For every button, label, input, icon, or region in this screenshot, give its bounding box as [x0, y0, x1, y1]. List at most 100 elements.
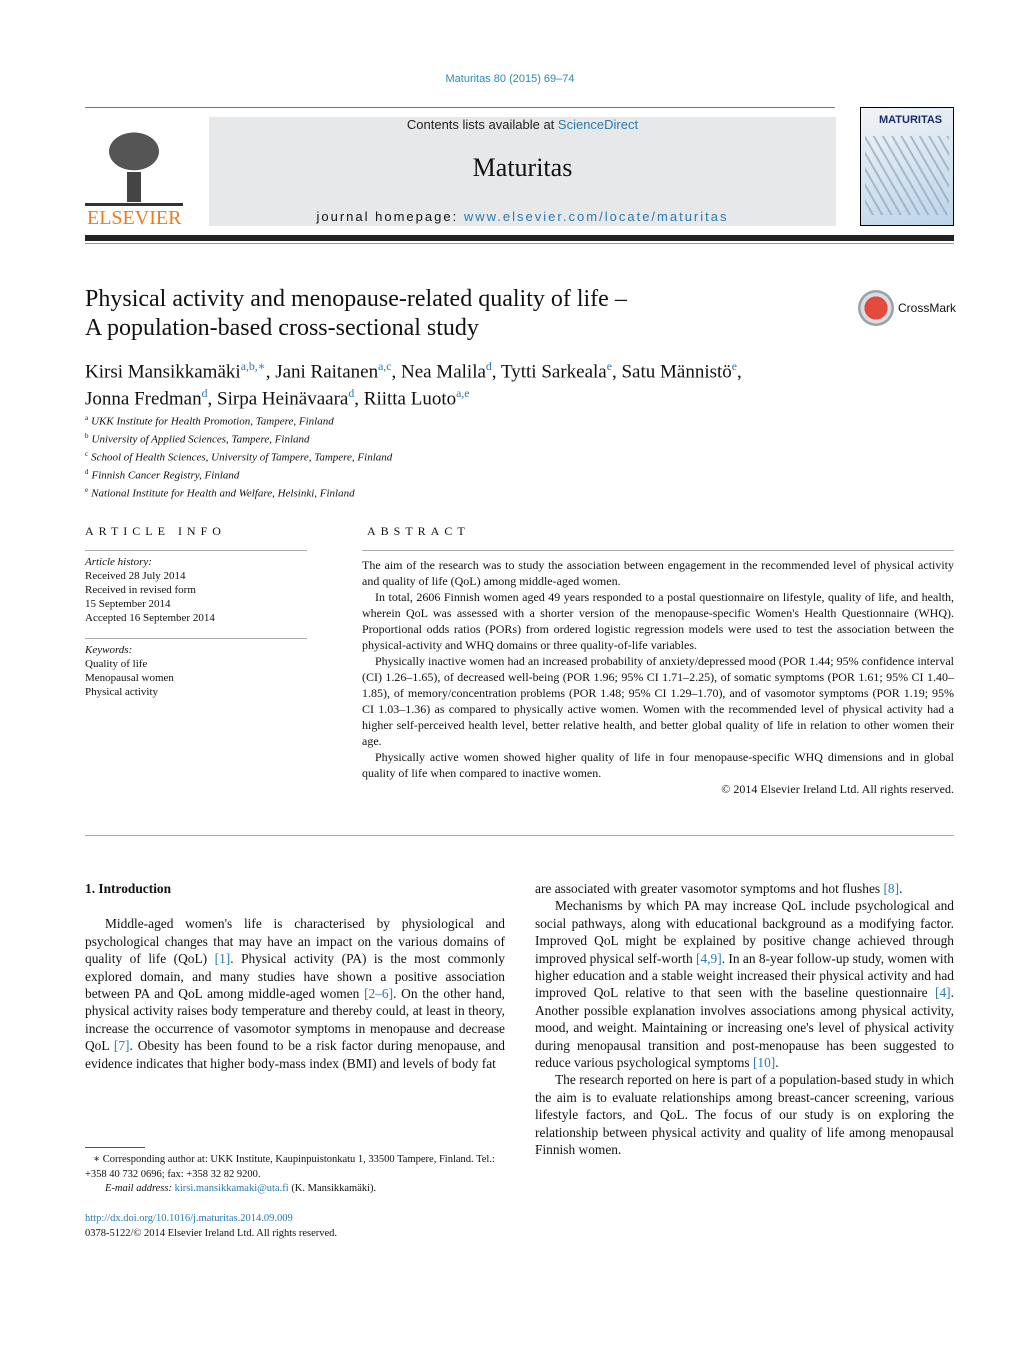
sciencedirect-link[interactable]: ScienceDirect: [558, 117, 638, 132]
email-link[interactable]: kirsi.mansikkamaki@uta.fi: [175, 1183, 289, 1194]
contents-prefix: Contents lists available at: [406, 117, 558, 132]
footnote-text: ∗ Corresponding author at: UKK Institute…: [85, 1154, 495, 1180]
title-line: A population-based cross-sectional study: [85, 315, 479, 341]
corresponding-author-footnote: ∗ Corresponding author at: UKK Institute…: [85, 1153, 505, 1197]
affiliation-text: Finnish Cancer Registry, Finland: [91, 469, 240, 482]
citation-link[interactable]: [10]: [753, 1055, 775, 1070]
doi-link[interactable]: http://dx.doi.org/10.1016/j.maturitas.20…: [85, 1212, 337, 1227]
title-line: Physical activity and menopause-related …: [85, 286, 627, 312]
abstract-paragraph: The aim of the research was to study the…: [362, 558, 954, 588]
affiliation-key: e: [85, 485, 89, 494]
author-affiliation-marks[interactable]: a,b,∗: [241, 360, 266, 373]
citation-link[interactable]: [7]: [114, 1038, 130, 1053]
abstract-paragraph: Physically active women showed higher qu…: [362, 750, 954, 780]
history-item: Received in revised form: [85, 584, 196, 596]
separator: ,: [491, 361, 501, 383]
article-title: Physical activity and menopause-related …: [85, 285, 785, 343]
crossmark-icon: [858, 290, 894, 326]
text-segment: are associated with greater vasomotor sy…: [535, 881, 884, 896]
footnote-divider: [85, 1147, 145, 1148]
cover-title: MATURITAS: [879, 114, 943, 126]
crossmark-label: CrossMark: [898, 301, 957, 315]
affiliation-text: UKK Institute for Health Promotion, Tamp…: [91, 415, 334, 428]
journal-name: Maturitas: [472, 153, 573, 182]
affiliation-item: b University of Applied Sciences, Tampere…: [85, 429, 392, 447]
affiliation-key: c: [85, 449, 89, 458]
elsevier-wordmark: ELSEVIER: [87, 207, 182, 229]
crossmark-button[interactable]: CrossMark: [858, 290, 956, 326]
history-label: Article history:: [85, 556, 152, 568]
tree-trunk: [127, 172, 141, 202]
separator: ,: [391, 361, 401, 383]
keyword: Physical activity: [85, 686, 159, 698]
journal-masthead: Contents lists available at ScienceDirec…: [209, 117, 836, 226]
history-list: Received 28 July 2014 Received in revised…: [85, 569, 307, 625]
copyright: © 2014 Elsevier Ireland Ltd. All rights …: [721, 782, 954, 796]
article-info: Article history: Received 28 July 2014 Re…: [85, 550, 307, 699]
body-paragraph: Mechanisms by which PA may increase QoL …: [535, 897, 954, 1071]
body-column-left: 1. Introduction Middle-aged women's life…: [85, 880, 505, 1072]
affiliation-key: d: [85, 467, 89, 476]
citation-link[interactable]: [2–6]: [364, 986, 393, 1001]
abstract-paragraph: In total, 2606 Finnish women aged 49 yea…: [362, 590, 954, 652]
author-name[interactable]: Kirsi Mansikkamäki: [85, 361, 241, 382]
body-paragraph: The research reported on here is part of…: [535, 1071, 954, 1158]
body-paragraph: Middle-aged women's life is characterise…: [85, 915, 505, 1072]
email-suffix: (K. Mansikkamäki).: [288, 1183, 377, 1194]
homepage-line: journal homepage: www.elsevier.com/locat…: [209, 209, 836, 224]
divider: [85, 107, 835, 108]
text-segment: . Obesity has been found to be a risk fa…: [85, 1038, 505, 1071]
author-affiliation-marks[interactable]: a,e: [456, 387, 469, 400]
abstract-heading: ABSTRACT: [367, 524, 470, 538]
journal-cover-image[interactable]: MATURITAS: [860, 107, 954, 226]
tree-base: [85, 203, 183, 206]
citation-link[interactable]: [4,9]: [696, 951, 722, 966]
section-heading: 1. Introduction: [85, 881, 172, 896]
divider: [362, 550, 954, 551]
citation-link[interactable]: [8]: [883, 881, 899, 896]
separator: ,: [207, 388, 218, 410]
keywords-label: Keywords:: [85, 644, 133, 656]
homepage-link[interactable]: www.elsevier.com/locate/maturitas: [464, 209, 729, 224]
citation-link[interactable]: [4]: [935, 985, 951, 1000]
body-column-right: are associated with greater vasomotor sy…: [535, 880, 954, 1159]
citation-link[interactable]: [1]: [215, 951, 231, 966]
divider: [85, 638, 307, 639]
affiliations: a UKK Institute for Health Promotion, Tam…: [85, 411, 392, 501]
affiliation-item: c School of Health Sciences, University o…: [85, 447, 392, 465]
author-name[interactable]: Riitta Luoto: [364, 389, 456, 410]
affiliation-text: School of Health Sciences, University of…: [91, 451, 393, 464]
article-info-heading: ARTICLE INFO: [85, 524, 226, 538]
affiliation-text: University of Applied Sciences, Tampere,…: [91, 433, 310, 446]
abstract-paragraph: Physically inactive women had an increas…: [362, 654, 954, 748]
divider-thick: [85, 235, 954, 241]
divider: [85, 243, 954, 244]
author-affiliation-marks[interactable]: a,c: [378, 360, 391, 373]
text-segment: The research reported on here is part of…: [535, 1072, 954, 1158]
abstract-text: The aim of the research was to study the…: [362, 557, 954, 797]
author-name[interactable]: Satu Männistö: [621, 361, 731, 382]
keyword: Quality of life: [85, 658, 148, 670]
separator: ,: [354, 388, 364, 410]
email-label: E-mail address:: [105, 1183, 175, 1194]
homepage-prefix: journal homepage:: [316, 209, 464, 224]
history-item: Accepted 16 September 2014: [85, 612, 215, 624]
issn-copyright: 0378-5122/© 2014 Elsevier Ireland Ltd. A…: [85, 1227, 338, 1239]
text-segment: .: [775, 1055, 779, 1071]
body-paragraph: are associated with greater vasomotor sy…: [535, 880, 954, 897]
author-name[interactable]: Tytti Sarkeala: [501, 361, 607, 382]
author-name[interactable]: Jonna Fredman: [85, 389, 202, 410]
affiliation-key: a: [85, 414, 89, 422]
separator: ,: [265, 361, 276, 383]
author-name[interactable]: Nea Malila: [401, 361, 486, 382]
journal-citation[interactable]: Maturitas 80 (2015) 69–74: [0, 73, 1020, 85]
affiliation-key: b: [85, 431, 89, 440]
history-item: 15 September 2014: [85, 598, 171, 610]
keyword: Menopausal women: [85, 672, 174, 684]
keywords-list: Quality of life Menopausal women Physical …: [85, 657, 307, 699]
affiliation-item: a UKK Institute for Health Promotion, Tam…: [85, 411, 392, 429]
author-name[interactable]: Jani Raitanen: [275, 361, 378, 382]
author-name[interactable]: Sirpa Heinävaara: [217, 389, 348, 410]
elsevier-logo[interactable]: ELSEVIER: [85, 117, 185, 229]
text-segment: .: [899, 881, 903, 896]
